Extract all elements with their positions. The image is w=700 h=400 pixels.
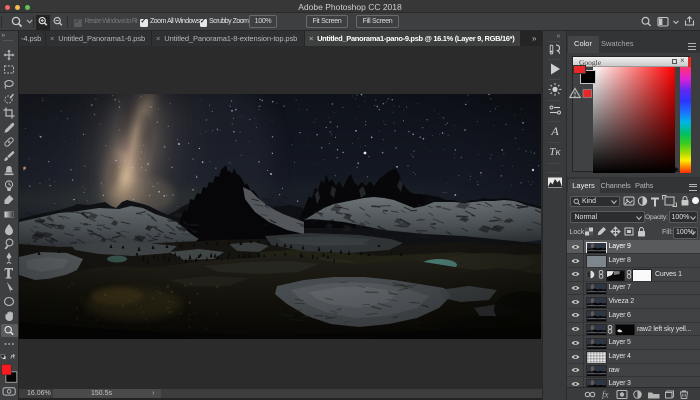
svg-text:fx: fx — [602, 390, 609, 399]
